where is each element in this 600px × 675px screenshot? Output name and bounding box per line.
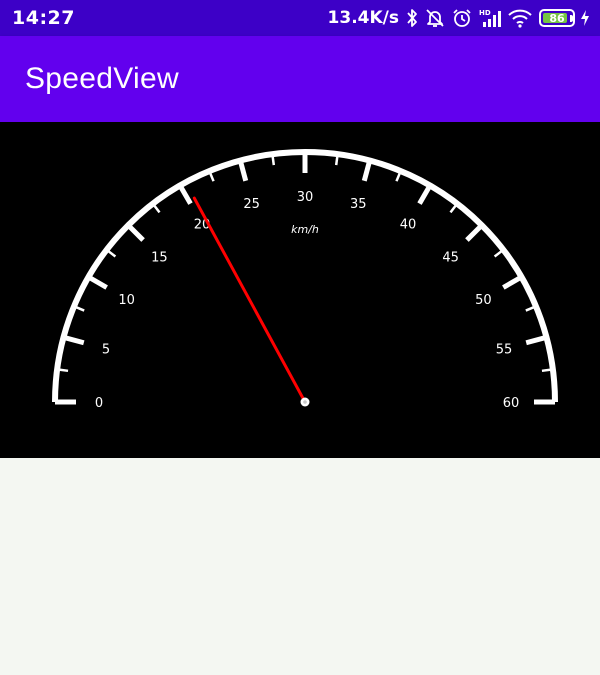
alarm-off-icon: [425, 8, 445, 28]
minor-tick: [493, 248, 505, 258]
major-tick: [177, 184, 193, 205]
tick-label: 25: [243, 197, 260, 212]
tick-label: 0: [95, 396, 103, 411]
network-speed: 13.4K/s: [327, 8, 399, 28]
speedometer-panel: 0 5 10 15 20 25 30 35 40 45 50 55 60 km/h: [0, 122, 600, 458]
svg-text:HD: HD: [479, 9, 491, 17]
tick-label: 5: [102, 343, 110, 358]
unit-label: km/h: [291, 223, 319, 236]
wifi-icon: [508, 8, 532, 28]
tick-label: 40: [400, 218, 417, 233]
tick-label: 55: [496, 343, 513, 358]
major-tick: [62, 334, 85, 346]
battery-level: 86: [549, 11, 565, 25]
tick-label: 10: [118, 293, 135, 308]
major-tick: [417, 184, 433, 205]
minor-tick: [105, 248, 117, 258]
minor-tick: [334, 153, 339, 166]
tick-label: 45: [442, 250, 459, 265]
major-tick: [465, 223, 484, 242]
status-time: 14:27: [12, 7, 75, 29]
battery-icon: 86: [539, 9, 575, 27]
battery-body: 86: [539, 9, 575, 27]
tick-label: 60: [503, 396, 520, 411]
hd-signal-icon: HD: [479, 8, 501, 28]
major-tick: [525, 334, 548, 346]
minor-tick: [151, 202, 161, 214]
app-bar: SpeedView: [0, 36, 600, 122]
needle-hub-dot: [303, 400, 307, 404]
tick-label: 15: [151, 250, 168, 265]
minor-tick: [271, 153, 276, 166]
charging-icon: [580, 9, 590, 27]
speedometer: 0510152025 30 354045505560 km/h: [52, 149, 558, 411]
minor-tick: [56, 368, 69, 373]
major-tick: [361, 159, 373, 182]
app-title: SpeedView: [25, 62, 179, 95]
minor-ticks: [56, 153, 554, 373]
minor-tick: [541, 368, 554, 373]
status-icons: 13.4K/s HD 86: [328, 8, 590, 28]
speed-needle: [192, 196, 307, 404]
minor-tick: [449, 202, 459, 214]
major-tick: [87, 274, 108, 290]
tick-label: 30: [297, 190, 314, 205]
major-tick: [237, 159, 249, 182]
bluetooth-icon: [406, 8, 418, 28]
tick-label: 50: [475, 293, 492, 308]
status-bar: 14:27 13.4K/s HD 86: [0, 0, 600, 36]
alarm-clock-icon: [452, 8, 472, 28]
major-tick: [502, 274, 523, 290]
tick-label: 35: [350, 197, 367, 212]
major-tick: [126, 223, 145, 242]
